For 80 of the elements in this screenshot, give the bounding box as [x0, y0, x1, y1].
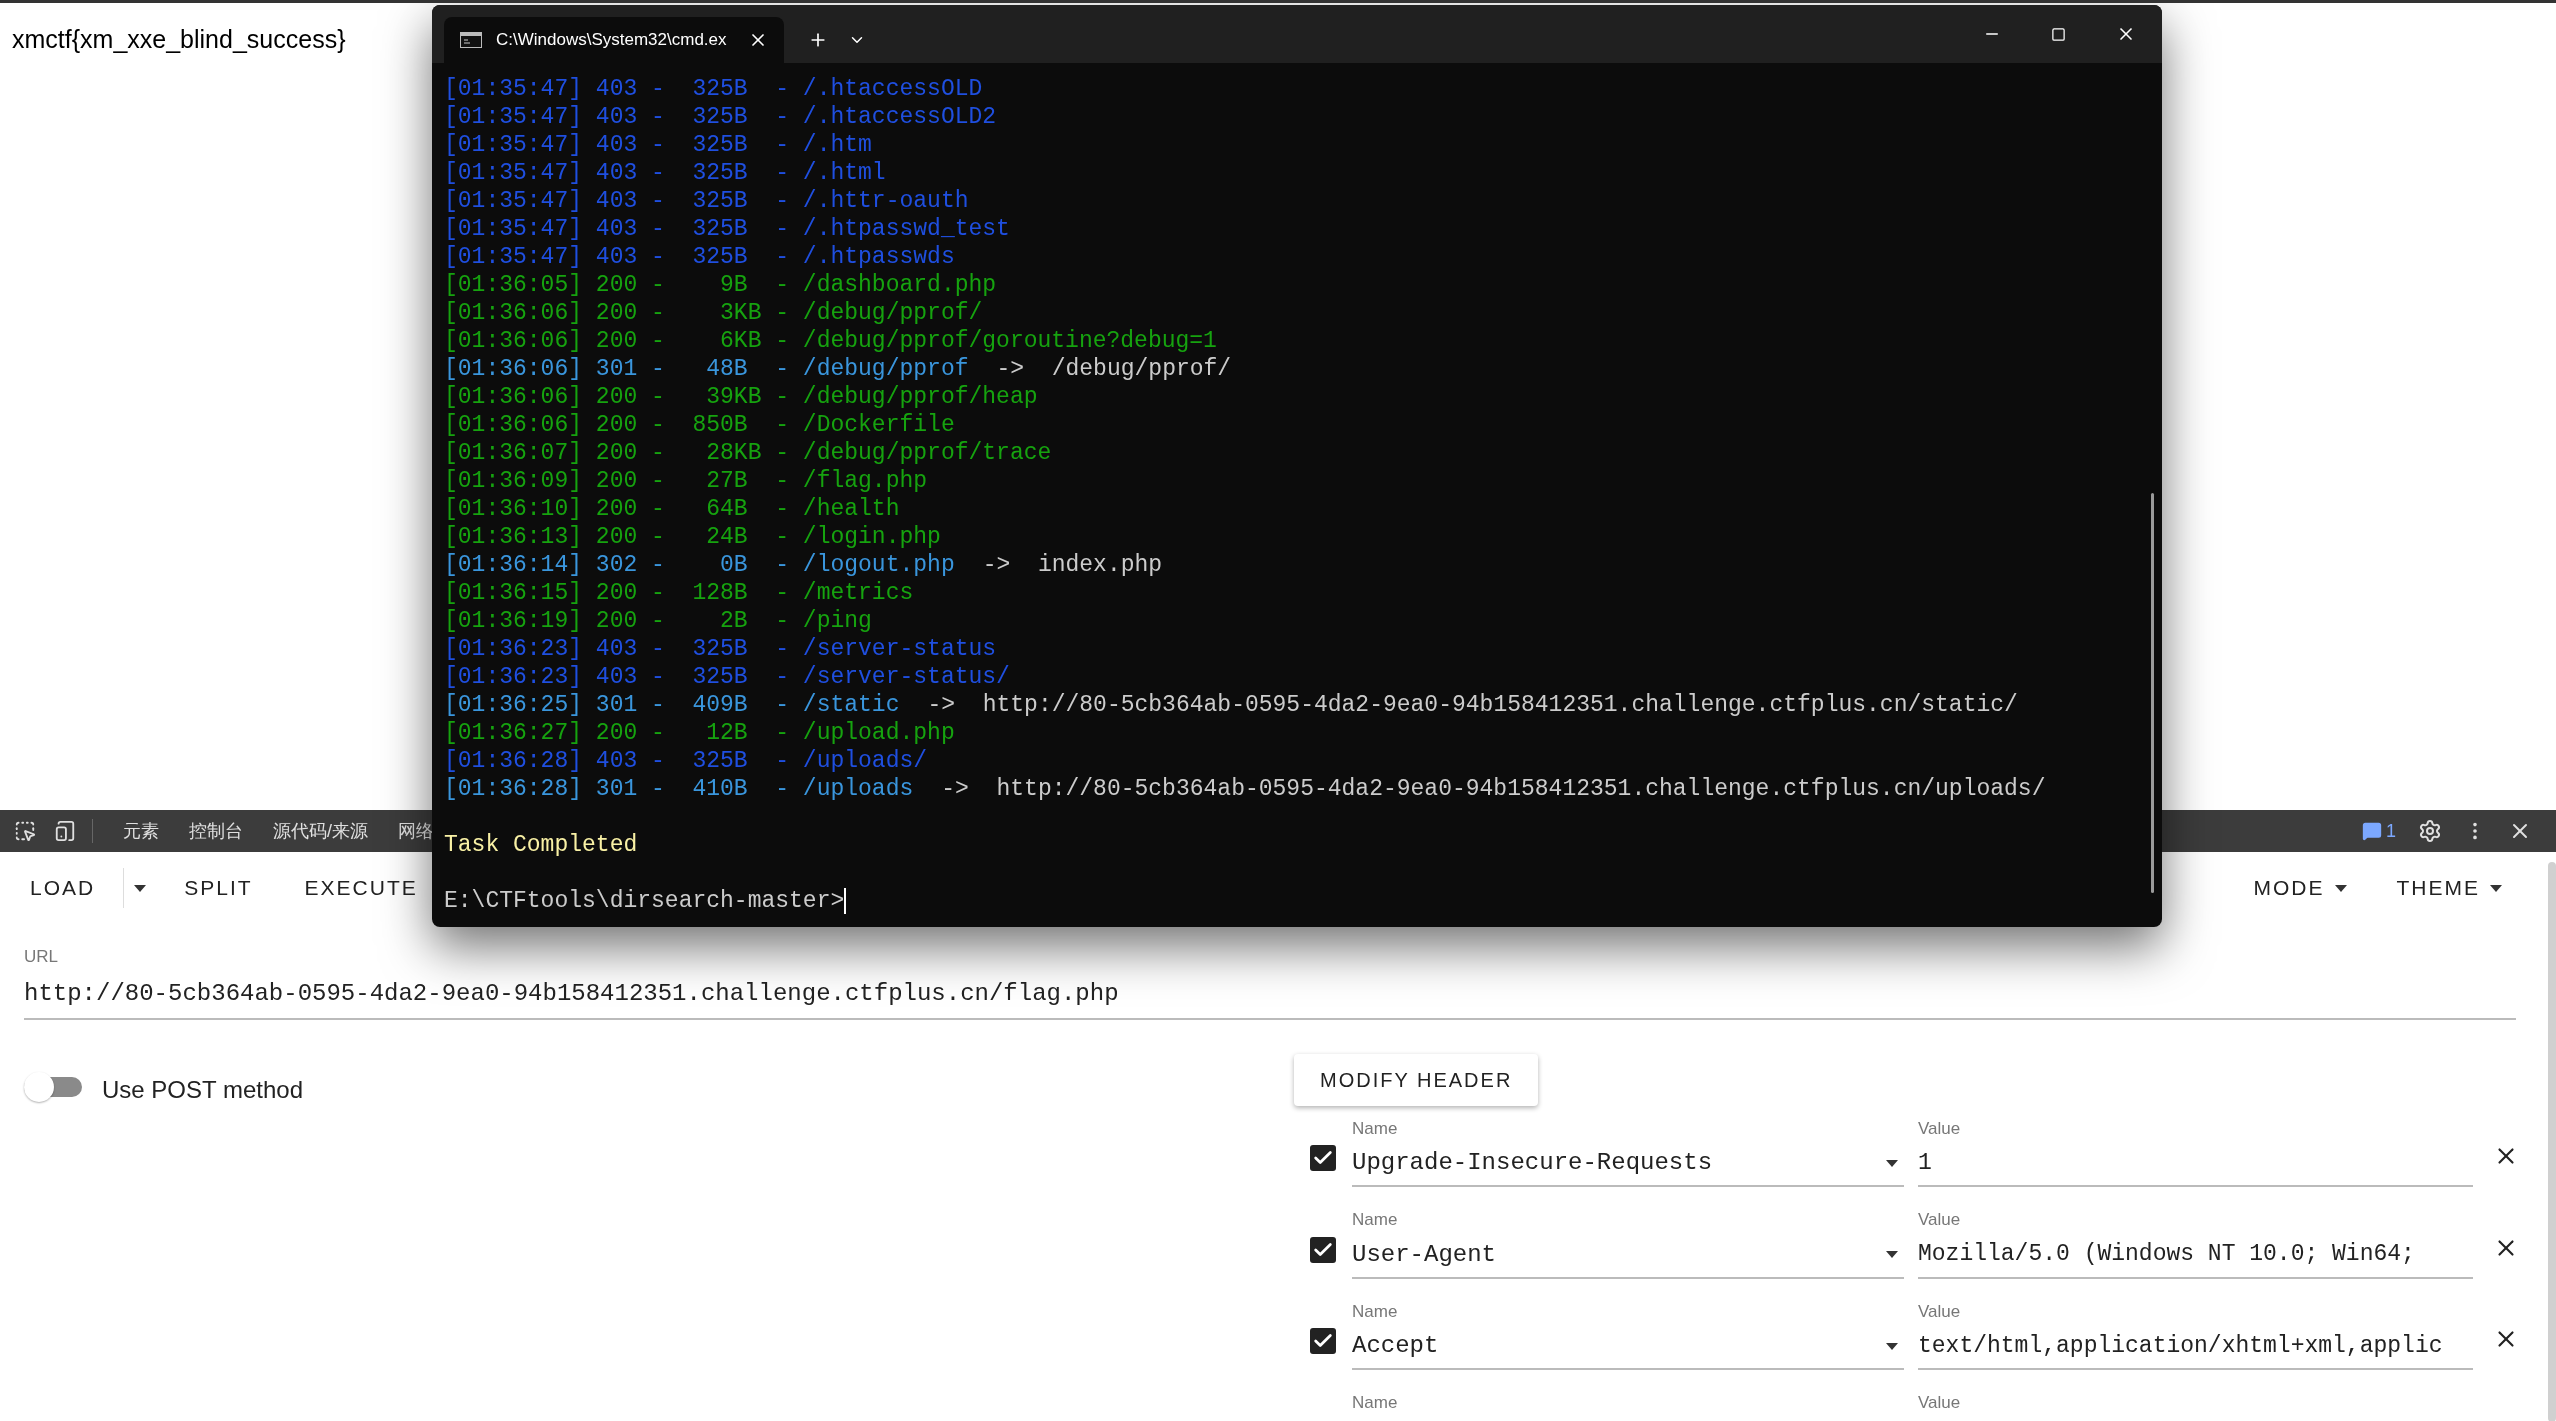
url-label: URL: [24, 946, 59, 968]
log-line: [01:35:47] 403 - 325B - /.htpasswds: [444, 243, 955, 271]
checkbox[interactable]: [1310, 1236, 1336, 1263]
toolbar-button[interactable]: EXECUTE: [304, 872, 418, 904]
log-line: [01:36:15] 200 - 128B - /metrics: [444, 579, 914, 607]
terminal-icon: [460, 32, 482, 48]
devtools-tab[interactable]: 控制台: [189, 817, 243, 845]
log-line: [01:36:06] 301 - 48B - /debug/pprof: [444, 355, 969, 383]
log-line: [01:36:06] 200 - 6KB - /debug/pprof/goroutine?debug=1: [444, 327, 1217, 355]
name-field[interactable]: Upgrade-Insecure-Requests: [1352, 1141, 1904, 1187]
device-icon[interactable]: [54, 820, 76, 842]
redirect-target: -> index.php: [982, 551, 1163, 579]
menu-button[interactable]: MODE: [2253, 872, 2347, 904]
caret-icon: [1886, 1251, 1898, 1258]
status-text: Task Completed: [444, 832, 638, 858]
load-button[interactable]: LOAD: [30, 872, 124, 904]
caret-icon: [1886, 1342, 1898, 1350]
terminal-tab[interactable]: C:\Windows\System32\cmd.ex: [444, 17, 784, 63]
caret-icon: [134, 884, 147, 892]
message-icon[interactable]: [2362, 821, 2382, 841]
name-field[interactable]: Accept: [1352, 1324, 1904, 1370]
value-field[interactable]: 1: [1918, 1141, 2473, 1187]
redirect-target: -> http://80-5cb364ab-0595-4da2-9ea0-94b158412351.challenge.ctfplus.cn/uploads/: [941, 775, 2046, 803]
tab-title: C:\Windows\System32\cmd.ex: [496, 29, 727, 52]
field-label: Name: [1352, 1209, 1399, 1231]
settings-icon[interactable]: [2418, 819, 2442, 843]
field-label: Value: [1918, 1392, 1961, 1414]
toggle-label: Use POST method: [102, 1074, 303, 1105]
maximize-icon[interactable]: [2051, 26, 2066, 42]
field-label: Name: [1352, 1117, 1399, 1140]
name-field[interactable]: User-Agent: [1352, 1232, 1904, 1279]
log-line: [01:36:13] 200 - 24B - /login.php: [444, 523, 941, 551]
log-line: [01:35:47] 403 - 325B - /.htaccessOLD: [444, 75, 983, 103]
log-line: [01:36:28] 403 - 325B - /uploads/: [444, 747, 928, 775]
inspect-icon[interactable]: [14, 820, 36, 842]
log-line: [01:35:47] 403 - 325B - /.htpasswd_test: [444, 215, 1010, 243]
value-field[interactable]: Mozilla/5.0 (Windows NT 10.0; Win64;: [1918, 1232, 2473, 1279]
field-label: Name: [1352, 1392, 1399, 1414]
url-field[interactable]: http://80-5cb364ab-0595-4da2-9ea0-94b158412351.challenge.ctfplus.cn/flag.php: [24, 975, 2516, 1012]
message-count: 1: [2386, 819, 2396, 843]
field-label: Value: [1918, 1300, 1962, 1323]
modify-header-button[interactable]: MODIFY HEADER: [1294, 1053, 1539, 1106]
command-prompt: E:\CTFtools\dirsearch-master>: [444, 887, 845, 915]
menu-button[interactable]: THEME: [2396, 872, 2502, 904]
flag-text: xmctf{xm_xxe_blind_success}: [12, 25, 346, 53]
checkbox[interactable]: [1310, 1145, 1336, 1171]
log-line: [01:36:07] 200 - 28KB - /debug/pprof/trace: [444, 439, 1052, 467]
log-line: [01:35:47] 403 - 325B - /.htm: [444, 131, 872, 159]
field-label: Value: [1918, 1209, 1962, 1231]
text-cursor: [844, 888, 847, 914]
log-line: [01:36:10] 200 - 64B - /health: [444, 495, 900, 523]
toggle-switch[interactable]: [24, 1071, 82, 1102]
field-label: Value: [1918, 1117, 1962, 1140]
caret-icon: [2490, 884, 2502, 892]
redirect-target: -> /debug/pprof/: [996, 355, 1232, 383]
redirect-target: -> http://80-5cb364ab-0595-4da2-9ea0-94b158412351.challenge.ctfplus.cn/static/: [927, 691, 2018, 719]
log-line: [01:35:47] 403 - 325B - /.htaccessOLD2: [444, 103, 997, 131]
toolbar-button[interactable]: SPLIT: [184, 872, 253, 904]
log-line: [01:36:25] 301 - 409B - /static: [444, 691, 900, 719]
log-line: [01:36:19] 200 - 2B - /ping: [444, 607, 872, 635]
value-field[interactable]: text/html,application/xhtml+xml,applic: [1918, 1324, 2473, 1370]
caret-icon: [1886, 1159, 1898, 1167]
log-line: [01:35:47] 403 - 325B - /.html: [444, 159, 886, 187]
devtools-tab[interactable]: 元素: [123, 817, 159, 845]
devtools-tab[interactable]: 源代码/来源: [273, 817, 368, 845]
log-line: [01:36:05] 200 - 9B - /dashboard.php: [444, 271, 997, 299]
log-line: [01:36:23] 403 - 325B - /server-status/: [444, 663, 1010, 691]
log-line: [01:36:09] 200 - 27B - /flag.php: [444, 467, 928, 495]
devtools-tab[interactable]: 网络: [398, 817, 434, 845]
log-line: [01:35:47] 403 - 325B - /.httr-oauth: [444, 187, 969, 215]
log-line: [01:36:14] 302 - 0B - /logout.php: [444, 551, 955, 579]
log-line: [01:36:28] 301 - 410B - /uploads: [444, 775, 914, 803]
field-label: Name: [1352, 1300, 1399, 1323]
log-line: [01:36:27] 200 - 12B - /upload.php: [444, 719, 955, 747]
caret-icon: [2334, 884, 2347, 892]
log-line: [01:36:23] 403 - 325B - /server-status: [444, 635, 997, 663]
log-line: [01:36:06] 200 - 3KB - /debug/pprof/: [444, 299, 983, 327]
checkbox[interactable]: [1310, 1328, 1336, 1354]
log-line: [01:36:06] 200 - 850B - /Dockerfile: [444, 411, 955, 439]
log-line: [01:36:06] 200 - 39KB - /debug/pprof/heap: [444, 383, 1038, 411]
